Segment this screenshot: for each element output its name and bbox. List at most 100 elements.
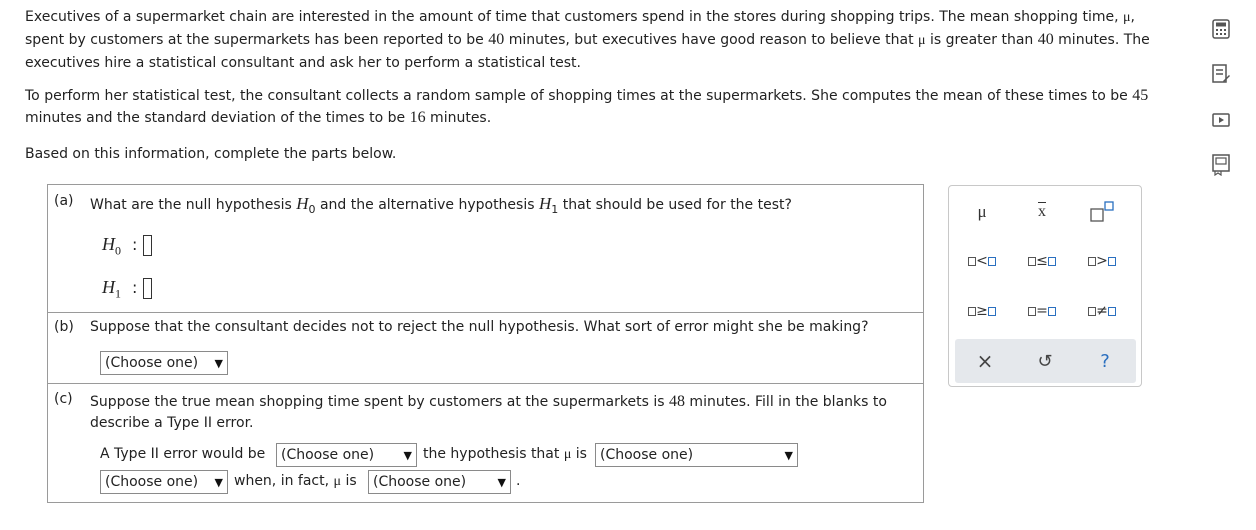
box-icon bbox=[1107, 306, 1116, 316]
text: when, in fact, bbox=[234, 473, 334, 489]
part-a-question: What are the null hypothesis H0 and the … bbox=[90, 193, 792, 220]
h0-symbol: H bbox=[296, 194, 309, 213]
question-text: and the alternative hypothesis bbox=[315, 197, 539, 213]
dropdown-value: (Choose one) bbox=[105, 474, 199, 490]
instructions-text: Based on this information, complete the … bbox=[25, 146, 397, 162]
dropdown-value: (Choose one) bbox=[105, 355, 199, 371]
dropdown-arrow-icon: ▼ bbox=[784, 448, 793, 462]
intro-text: Executives of a supermarket chain are in… bbox=[25, 9, 1123, 25]
intro-text: is greater than bbox=[925, 32, 1038, 48]
true-mean-value: 48 bbox=[668, 393, 685, 410]
action-dropdown[interactable]: (Choose one) ▼ bbox=[276, 443, 417, 467]
colon: : bbox=[132, 235, 138, 254]
xbar-symbol: x bbox=[1038, 203, 1046, 220]
value-dropdown[interactable]: (Choose one) ▼ bbox=[100, 470, 228, 494]
sample-sd-value: 16 bbox=[409, 109, 426, 126]
text: the hypothesis that bbox=[423, 446, 564, 462]
equal-button[interactable]: = bbox=[1019, 298, 1065, 324]
less-equal-button[interactable]: ≤ bbox=[1019, 248, 1065, 274]
problem-statement: Executives of a supermarket chain are in… bbox=[25, 6, 1170, 74]
greater-equal-button[interactable]: ≥ bbox=[959, 298, 1005, 324]
type2-text: the hypothesis that μ is bbox=[423, 446, 587, 463]
dropdown-value: (Choose one) bbox=[600, 447, 694, 463]
op: < bbox=[976, 253, 988, 269]
reported-mean-value: 40 bbox=[1037, 31, 1054, 48]
h0-symbol: H bbox=[102, 234, 115, 254]
question-text: Suppose the true mean shopping time spen… bbox=[90, 394, 669, 410]
box-icon bbox=[1107, 256, 1116, 266]
question-text: What are the null hypothesis bbox=[90, 197, 297, 213]
intro-text: minutes. bbox=[425, 110, 492, 126]
box-icon bbox=[987, 306, 996, 316]
box-icon bbox=[1028, 306, 1037, 316]
part-c: (c) Suppose the true mean shopping time … bbox=[48, 384, 923, 502]
colon: : bbox=[132, 278, 138, 297]
not-equal-button[interactable]: ≠ bbox=[1079, 298, 1125, 324]
part-c-label: (c) bbox=[54, 391, 73, 407]
sample-mean-value: 45 bbox=[1132, 87, 1149, 104]
h1-subscript: 1 bbox=[115, 286, 121, 301]
superscript-button[interactable] bbox=[1079, 199, 1125, 225]
box-icon bbox=[968, 256, 977, 266]
text: is bbox=[571, 446, 587, 462]
truth-dropdown[interactable]: (Choose one) ▼ bbox=[368, 470, 511, 494]
op: > bbox=[1096, 253, 1108, 269]
part-a: (a) What are the null hypothesis H0 and … bbox=[48, 185, 923, 313]
help-glyph: ? bbox=[1100, 350, 1110, 372]
type2-text: A Type II error would be bbox=[100, 446, 266, 462]
dropdown-value: (Choose one) bbox=[373, 474, 467, 490]
textbook-icon[interactable] bbox=[1210, 154, 1232, 176]
period: . bbox=[516, 473, 521, 489]
video-icon[interactable] bbox=[1210, 109, 1232, 131]
undo-glyph: ↺ bbox=[1037, 350, 1053, 372]
mu-symbol: μ bbox=[1123, 10, 1131, 25]
h1-symbol: H bbox=[102, 277, 115, 297]
op: ≥ bbox=[976, 303, 988, 319]
null-hypothesis-input[interactable] bbox=[143, 235, 152, 256]
dropdown-arrow-icon: ▼ bbox=[497, 475, 506, 489]
undo-icon[interactable]: ↺ bbox=[1022, 348, 1068, 374]
intro-text: minutes, but executives have good reason… bbox=[504, 32, 919, 48]
greater-than-button[interactable]: > bbox=[1079, 248, 1125, 274]
superscript-icon bbox=[1090, 201, 1114, 222]
mu-symbol: μ bbox=[977, 202, 987, 221]
alt-hypothesis-input[interactable] bbox=[143, 278, 152, 299]
close-glyph: × bbox=[976, 349, 994, 373]
question-box: (a) What are the null hypothesis H0 and … bbox=[47, 184, 924, 503]
mu-button[interactable]: μ bbox=[959, 199, 1005, 225]
op: ≤ bbox=[1036, 253, 1048, 269]
box-icon bbox=[1088, 256, 1097, 266]
part-b-label: (b) bbox=[54, 319, 74, 335]
part-a-label: (a) bbox=[54, 193, 74, 209]
box-icon bbox=[1047, 306, 1056, 316]
mu-symbol: μ bbox=[333, 474, 342, 489]
part-c-question: Suppose the true mean shopping time spen… bbox=[90, 391, 910, 434]
calculator-icon[interactable] bbox=[1210, 18, 1232, 40]
dropdown-arrow-icon: ▼ bbox=[214, 356, 223, 370]
error-type-dropdown[interactable]: (Choose one) ▼ bbox=[100, 351, 228, 375]
dropdown-arrow-icon: ▼ bbox=[403, 448, 412, 462]
h0-subscript: 0 bbox=[115, 243, 121, 258]
alt-hypothesis-label: H1 bbox=[102, 277, 121, 302]
mu-symbol: μ bbox=[918, 33, 926, 48]
sample-description: To perform her statistical test, the con… bbox=[25, 85, 1170, 129]
help-icon[interactable]: ? bbox=[1082, 348, 1128, 374]
op: = bbox=[1036, 303, 1048, 319]
xbar-button[interactable]: x bbox=[1019, 199, 1065, 225]
less-than-button[interactable]: < bbox=[959, 248, 1005, 274]
relation-dropdown[interactable]: (Choose one) ▼ bbox=[595, 443, 798, 467]
box-icon bbox=[1047, 256, 1056, 266]
null-hypothesis-label: H0 bbox=[102, 234, 121, 259]
box-icon bbox=[1088, 306, 1097, 316]
op: ≠ bbox=[1096, 303, 1108, 319]
intro-text: minutes and the standard deviation of th… bbox=[25, 110, 410, 126]
close-icon[interactable]: × bbox=[962, 348, 1008, 374]
instructions: Based on this information, complete the … bbox=[25, 143, 1170, 165]
box-icon bbox=[987, 256, 996, 266]
part-b-question: Suppose that the consultant decides not … bbox=[90, 319, 869, 335]
box-icon bbox=[1028, 256, 1037, 266]
reported-mean-value: 40 bbox=[488, 31, 505, 48]
math-palette: μ x < ≤ > ≥ = ≠ × ↺ ? bbox=[948, 185, 1142, 387]
intro-text: To perform her statistical test, the con… bbox=[25, 88, 1133, 104]
notes-icon[interactable] bbox=[1210, 63, 1232, 85]
